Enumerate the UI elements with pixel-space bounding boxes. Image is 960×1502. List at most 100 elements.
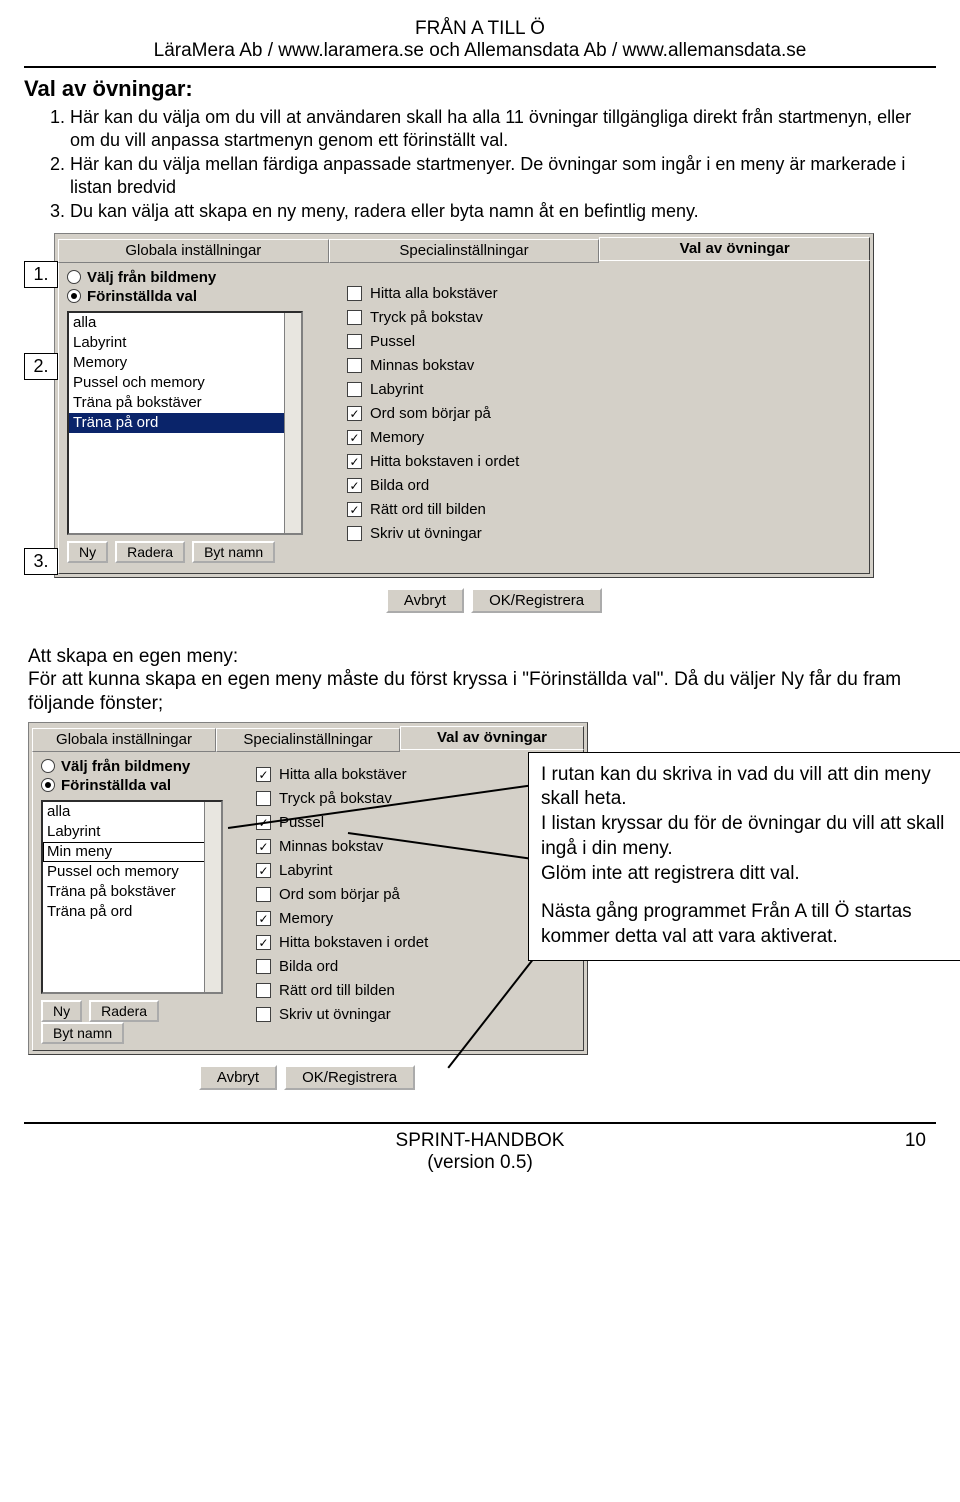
checkbox-row[interactable]: Minnas bokstav (347, 355, 861, 377)
checkbox-icon (347, 334, 362, 349)
scrollbar[interactable] (284, 313, 301, 533)
checkbox-row[interactable]: Pussel (347, 331, 861, 353)
avbryt-button[interactable]: Avbryt (386, 588, 464, 613)
list-item[interactable]: alla (69, 313, 301, 333)
dialog-footer: Avbryt OK/Registrera (28, 1055, 588, 1100)
header-subtitle: LäraMera Ab / www.laramera.se och Allema… (24, 40, 936, 62)
list-item[interactable]: Träna på ord (69, 413, 301, 433)
radio-label: Förinställda val (87, 288, 197, 305)
list-item[interactable]: Träna på bokstäver (43, 882, 221, 902)
ny-button[interactable]: Ny (41, 1000, 82, 1022)
checkbox-label: Minnas bokstav (370, 355, 474, 377)
checkbox-icon (347, 382, 362, 397)
checkbox-label: Rätt ord till bilden (370, 499, 486, 521)
avbryt-button[interactable]: Avbryt (199, 1065, 277, 1090)
section-heading: Val av övningar: (24, 76, 936, 102)
checkbox-label: Hitta bokstaven i ordet (370, 451, 519, 473)
list-item[interactable]: Labyrint (69, 333, 301, 353)
checkbox-label: Ord som börjar på (279, 884, 400, 906)
list-item[interactable]: Memory (69, 353, 301, 373)
checkbox-icon (347, 526, 362, 541)
checkbox-label: Pussel (370, 331, 415, 353)
radio-bildmeny[interactable]: Välj från bildmeny (41, 758, 236, 775)
tab-global[interactable]: Globala inställningar (58, 239, 329, 263)
tabstrip: Globala inställningar Specialinställning… (58, 237, 870, 261)
checkbox-icon: ✓ (256, 839, 271, 854)
checkbox-row[interactable]: Tryck på bokstav (347, 307, 861, 329)
checkbox-icon: ✓ (347, 430, 362, 445)
checkbox-row[interactable]: Labyrint (347, 379, 861, 401)
checkbox-label: Memory (370, 427, 424, 449)
list-item[interactable]: Pussel och memory (69, 373, 301, 393)
radio-forinstallda[interactable]: Förinställda val (67, 288, 317, 305)
checkbox-icon: ✓ (347, 478, 362, 493)
checkbox-row[interactable]: ✓ Memory (347, 427, 861, 449)
checkbox-row[interactable]: Skriv ut övningar (256, 1004, 575, 1026)
byt-namn-button[interactable]: Byt namn (41, 1022, 124, 1044)
checkbox-row[interactable]: Hitta alla bokstäver (347, 283, 861, 305)
list-item[interactable]: Träna på bokstäver (69, 393, 301, 413)
checkbox-row[interactable]: ✓ Bilda ord (347, 475, 861, 497)
ny-button[interactable]: Ny (67, 541, 108, 563)
checkbox-label: Bilda ord (370, 475, 429, 497)
checkbox-icon: ✓ (256, 911, 271, 926)
checkbox-row[interactable]: Rätt ord till bilden (256, 980, 575, 1002)
page-footer: SPRINT-HANDBOK (version 0.5) 10 (24, 1122, 936, 1174)
radio-bildmeny[interactable]: Välj från bildmeny (67, 269, 317, 286)
create-menu-para: Att skapa en egen meny: För att kunna sk… (28, 645, 936, 716)
radera-button[interactable]: Radera (115, 541, 185, 563)
instruction-list: Här kan du välja om du vill at användare… (70, 106, 936, 223)
checkbox-label: Rätt ord till bilden (279, 980, 395, 1002)
checkbox-icon (256, 791, 271, 806)
radio-icon (67, 270, 81, 284)
checkbox-label: Minnas bokstav (279, 836, 383, 858)
checkbox-icon (256, 983, 271, 998)
radio-icon (67, 289, 81, 303)
list-item[interactable]: Labyrint (43, 822, 221, 842)
footer-title: SPRINT-HANDBOK (396, 1130, 565, 1152)
exercise-checklist: ✓Hitta alla bokstäverTryck på bokstav✓Pu… (236, 756, 575, 1044)
list-item[interactable]: Träna på ord (43, 902, 221, 922)
checkbox-label: Ord som börjar på (370, 403, 491, 425)
menu-listbox[interactable]: allaLabyrintMin menyPussel och memoryTrä… (41, 800, 223, 994)
list-item[interactable]: Min meny (43, 842, 221, 862)
figure-1: 1. 2. 3. Globala inställningar Specialin… (54, 233, 936, 623)
instruction-item: Här kan du välja mellan färdiga anpassad… (70, 153, 936, 198)
tab-special[interactable]: Specialinställningar (216, 728, 400, 752)
settings-dialog: Globala inställningar Specialinställning… (28, 722, 588, 1055)
checkbox-label: Skriv ut övningar (370, 523, 482, 545)
checkbox-row[interactable]: ✓Ord som börjar på (347, 403, 861, 425)
byt-namn-button[interactable]: Byt namn (192, 541, 275, 563)
para-body: För att kunna skapa en egen meny måste d… (28, 669, 901, 714)
menu-listbox[interactable]: allaLabyrintMemoryPussel och memoryTräna… (67, 311, 303, 535)
settings-dialog: Globala inställningar Specialinställning… (54, 233, 874, 578)
checkbox-icon (347, 286, 362, 301)
checkbox-row[interactable]: ✓Rätt ord till bilden (347, 499, 861, 521)
checkbox-row[interactable]: Skriv ut övningar (347, 523, 861, 545)
radera-button[interactable]: Radera (89, 1000, 159, 1022)
scrollbar[interactable] (204, 802, 221, 992)
exercise-checklist: Hitta alla bokstäverTryck på bokstavPuss… (317, 267, 861, 567)
radio-label: Välj från bildmeny (61, 758, 190, 775)
checkbox-label: Skriv ut övningar (279, 1004, 391, 1026)
tab-val-av-ovningar[interactable]: Val av övningar (400, 726, 584, 750)
ok-registrera-button[interactable]: OK/Registrera (471, 588, 602, 613)
checkbox-icon (256, 959, 271, 974)
annotation-box: I rutan kan du skriva in vad du vill att… (528, 752, 960, 961)
tab-val-av-ovningar[interactable]: Val av övningar (599, 237, 870, 261)
radio-label: Välj från bildmeny (87, 269, 216, 286)
list-item[interactable]: Pussel och memory (43, 862, 221, 882)
instruction-item: Du kan välja att skapa en ny meny, rader… (70, 200, 936, 223)
tab-special[interactable]: Specialinställningar (329, 239, 600, 263)
footer-version: (version 0.5) (396, 1152, 565, 1174)
annotation-line: I listan kryssar du för de övningar du v… (541, 812, 951, 861)
ok-registrera-button[interactable]: OK/Registrera (284, 1065, 415, 1090)
checkbox-row[interactable]: ✓Hitta bokstaven i ordet (347, 451, 861, 473)
checkbox-icon (347, 358, 362, 373)
checkbox-label: Hitta bokstaven i ordet (279, 932, 428, 954)
list-item[interactable]: alla (43, 802, 221, 822)
tab-global[interactable]: Globala inställningar (32, 728, 216, 752)
checkbox-label: Labyrint (370, 379, 423, 401)
checkbox-icon: ✓ (256, 767, 271, 782)
radio-forinstallda[interactable]: Förinställda val (41, 777, 236, 794)
